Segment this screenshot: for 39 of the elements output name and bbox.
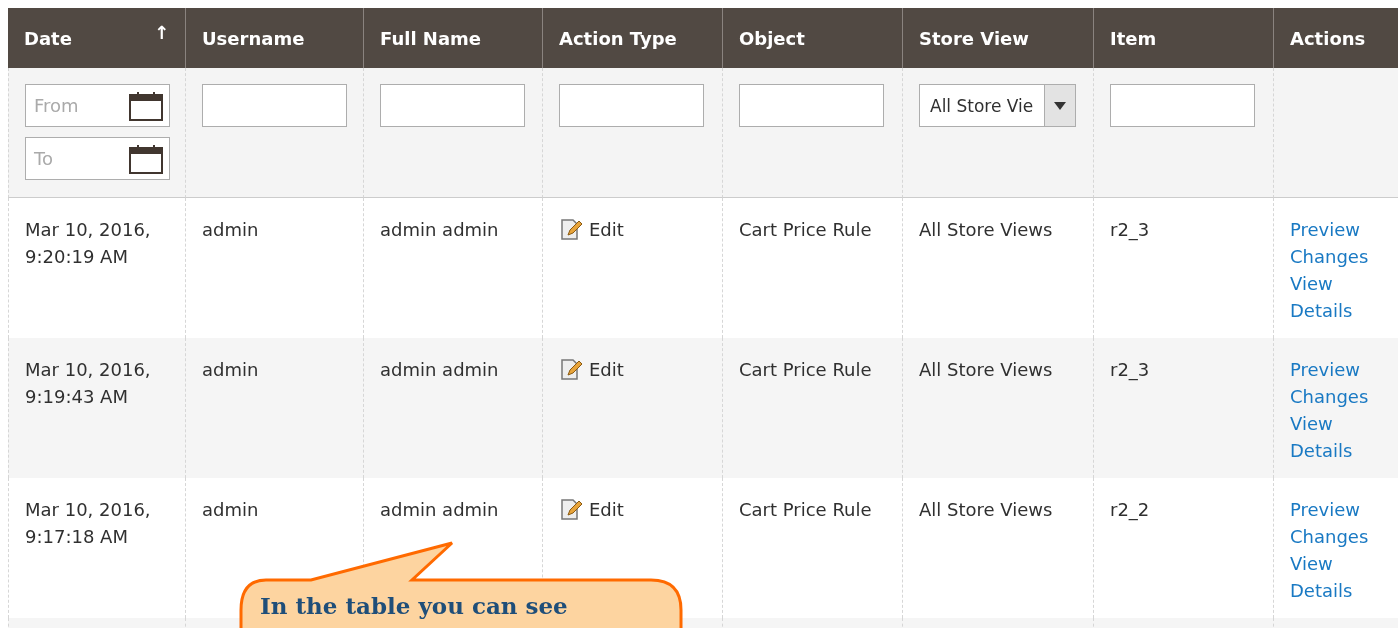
action-link[interactable]: Preview Changes [1290,356,1397,410]
table-cell: r2_3 [1093,338,1273,478]
action-type-text: Edit [589,358,624,382]
column-header[interactable]: Store View [902,8,1093,68]
column-header[interactable]: Item [1093,8,1273,68]
callout-text: In the table you can see [260,592,568,619]
column-header[interactable]: Username [185,8,363,68]
filter-input[interactable] [1110,84,1255,127]
action-type-text: Edit [589,498,624,522]
filter-input[interactable] [202,84,347,127]
placeholder-text: To [34,148,53,169]
column-header[interactable]: Actions [1273,8,1398,68]
table-cell: admin [185,338,363,478]
placeholder-text: From [34,95,79,116]
table-cell: admin admin [363,338,542,478]
column-header[interactable]: Action Type [542,8,722,68]
action-link[interactable]: View Details [1290,270,1397,324]
calendar-icon[interactable] [129,143,163,174]
action-type-text: Edit [589,218,624,242]
column-header[interactable]: Full Name [363,8,542,68]
edit-icon [559,217,583,242]
filter-input[interactable] [739,84,884,127]
table-cell: All Store Views [902,338,1093,478]
action-link[interactable]: View Details [1290,410,1397,464]
edit-icon [559,497,583,522]
caret-icon [1054,101,1066,110]
table-cell: Cart Price Rule [722,338,902,478]
column-header[interactable]: Date ↑ [8,8,185,68]
column-header[interactable]: Object [722,8,902,68]
filter-input[interactable] [559,84,704,127]
action-link[interactable]: View Details [1290,550,1397,604]
table-cell: Mar 10, 2016, 9:19:43 AM [8,338,185,478]
action-link[interactable]: Preview Changes [1290,216,1397,270]
action-link[interactable]: Preview Changes [1290,496,1397,550]
store-view-select[interactable]: All Store Vie [919,84,1076,127]
filter-input[interactable] [380,84,525,127]
calendar-icon[interactable] [129,90,163,121]
sort-arrow-icon: ↑ [153,22,169,43]
edit-icon [559,357,583,382]
